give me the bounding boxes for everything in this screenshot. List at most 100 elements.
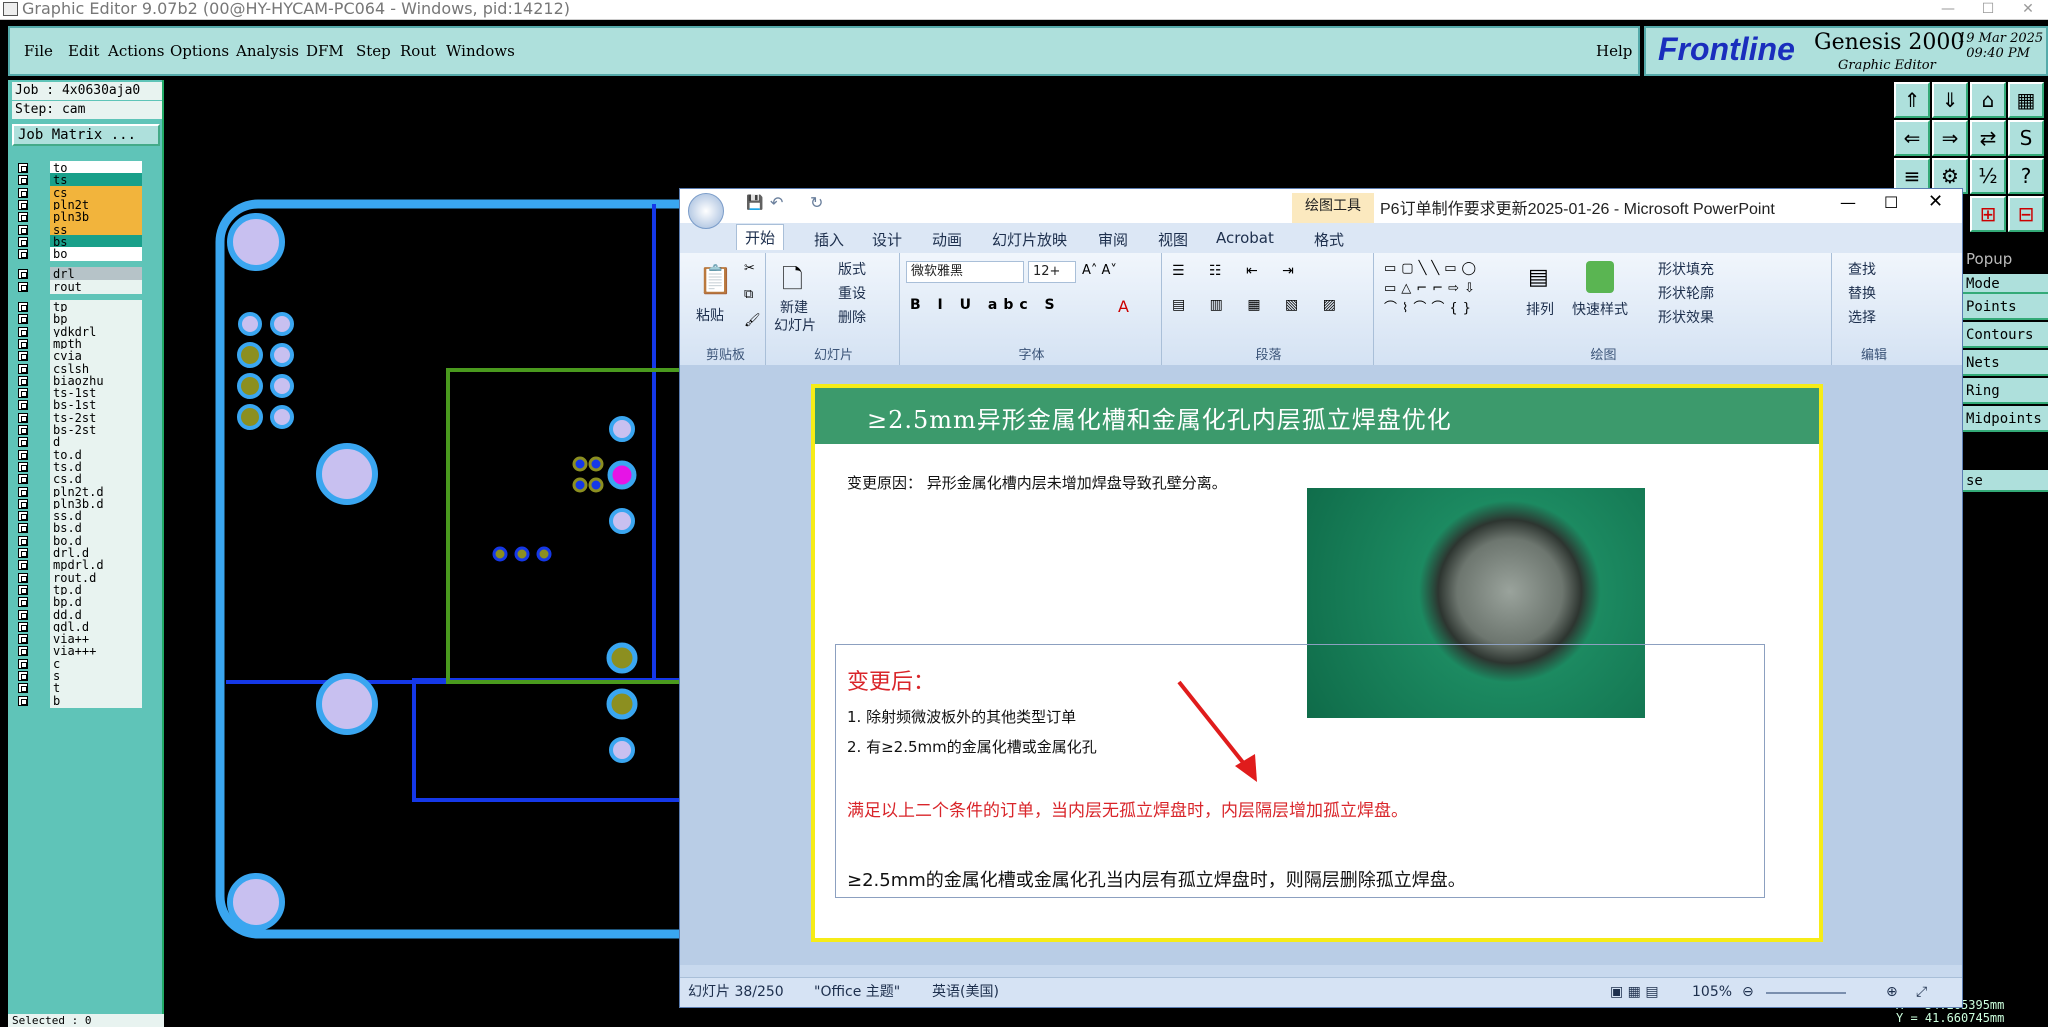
quick-access-save-icon[interactable]: 💾 [746, 195, 763, 211]
copy-icon[interactable]: ⧉ [744, 287, 753, 302]
minimize-button[interactable]: — [1928, 0, 1968, 18]
shape-fill-button[interactable]: 形状填充 [1658, 259, 1714, 279]
tab-home[interactable]: 开始 [736, 224, 785, 250]
zoom-slider[interactable] [1766, 992, 1846, 994]
maximize-button[interactable]: ☐ [1968, 0, 2008, 18]
tab-acrobat[interactable]: Acrobat [1216, 229, 1274, 247]
tool-red-b-icon[interactable]: ⊟ [2008, 196, 2044, 232]
font-style-icons[interactable]: B I U abc S [910, 297, 1061, 313]
shape-effect-button[interactable]: 形状效果 [1658, 307, 1714, 327]
final-note[interactable]: ≥2.5mm的金属化槽或金属化孔当内层有孤立焊盘时，则隔层删除孤立焊盘。 [847, 866, 1466, 892]
condition-1[interactable]: 1. 除射频微波板外的其他类型订单 [847, 706, 1076, 727]
popup-nets[interactable]: Nets [1962, 350, 2048, 376]
tool-red-a-icon[interactable]: ⊞ [1970, 196, 2006, 232]
popup-midpoints[interactable]: Midpoints [1962, 406, 2048, 432]
menu-file[interactable]: File [24, 42, 53, 60]
popup-close[interactable]: se [1962, 470, 2048, 492]
new-slide-label[interactable]: 新建 [780, 297, 808, 317]
menu-help[interactable]: Help [1596, 42, 1632, 60]
tool-s-icon[interactable]: S [2008, 120, 2044, 156]
tab-design[interactable]: 设计 [872, 229, 902, 250]
shape-outline-button[interactable]: 形状轮廓 [1658, 283, 1714, 303]
new-slide-label-2[interactable]: 幻灯片 [774, 315, 816, 335]
tool-right-icon[interactable]: ⇒ [1932, 120, 1968, 156]
menu-windows[interactable]: Windows [446, 42, 515, 60]
cut-icon[interactable]: ✂ [744, 261, 755, 276]
ppt-minimize-button[interactable]: — [1840, 193, 1856, 212]
tool-top-icon[interactable]: ⇑ [1894, 82, 1930, 118]
menu-rout[interactable]: Rout [400, 42, 436, 60]
tab-animation[interactable]: 动画 [932, 229, 962, 250]
tool-grid-icon[interactable]: ▦ [2008, 82, 2044, 118]
tab-slideshow[interactable]: 幻灯片放映 [992, 229, 1067, 250]
condition-2[interactable]: 2. 有≥2.5mm的金属化槽或金属化孔 [847, 736, 1097, 757]
tool-help-icon[interactable]: ? [2008, 158, 2044, 194]
job-matrix-button[interactable]: Job Matrix ... [12, 124, 160, 146]
align-icons[interactable]: ▤ ▥ ▦ ▧ ▨ [1172, 297, 1346, 313]
popup-contours[interactable]: Contours [1962, 322, 2048, 348]
undo-icon[interactable]: ↶ [770, 193, 783, 212]
format-painter-icon[interactable]: 🖌 [744, 313, 761, 328]
find-button[interactable]: 查找 [1848, 259, 1876, 279]
tool-bottom-icon[interactable]: ⇓ [1932, 82, 1968, 118]
tab-insert[interactable]: 插入 [814, 229, 844, 250]
zoom-out-icon[interactable]: ⊖ [1742, 978, 1754, 1006]
arrange-icon[interactable]: ▤ [1528, 265, 1549, 290]
view-buttons[interactable]: ▣ ▦ ▤ [1610, 978, 1659, 1006]
change-reason[interactable]: 变更原因： 异形金属化槽内层未增加焊盘导致孔壁分离。 [847, 472, 1227, 493]
fit-window-icon[interactable]: ⤢ [1916, 978, 1927, 1006]
list-icons[interactable]: ☰ ☷ ⇤ ⇥ [1172, 263, 1304, 279]
layer-row-rout[interactable]: rout [12, 279, 162, 294]
menu-analysis[interactable]: Analysis [236, 42, 299, 60]
textbox-selection[interactable] [835, 644, 1765, 898]
font-color-icon[interactable]: A [1118, 297, 1129, 316]
tool-swap-icon[interactable]: ⇄ [1970, 120, 2006, 156]
ppt-close-button[interactable]: ✕ [1928, 191, 1943, 212]
slide[interactable]: ≥2.5mm异形金属化槽和金属化孔内层孤立焊盘优化 变更原因： 异形金属化槽内层… [812, 385, 1822, 941]
tab-view[interactable]: 视图 [1158, 229, 1188, 250]
popup-ring[interactable]: Ring [1962, 378, 2048, 404]
layer-row-bo[interactable]: bo [12, 246, 162, 262]
layer-row-b[interactable]: b [12, 693, 162, 708]
menu-edit[interactable]: Edit [68, 42, 99, 60]
delete-button[interactable]: 删除 [838, 307, 866, 327]
menu-options[interactable]: Options [170, 42, 229, 60]
tab-format[interactable]: 格式 [1314, 229, 1344, 250]
tool-home-icon[interactable]: ⌂ [1970, 82, 2006, 118]
replace-button[interactable]: 替换 [1848, 283, 1876, 303]
layer-name[interactable]: b [50, 693, 142, 708]
menu-dfm[interactable]: DFM [306, 42, 344, 60]
redo-icon[interactable]: ↻ [810, 193, 823, 212]
quick-style-button[interactable]: 快速样式 [1572, 299, 1628, 319]
layer-checkbox[interactable] [18, 281, 28, 292]
shapes-gallery-icon[interactable]: ▭▢╲╲▭◯ ▭△⌐⌐⇨⇩ ⌒⌇⌒⌒{} [1384, 259, 1481, 319]
popup-points[interactable]: Points [1962, 294, 2048, 320]
layer-checkbox[interactable] [18, 249, 28, 260]
zoom-in-icon[interactable]: ⊕ [1886, 978, 1898, 1006]
tool-left-icon[interactable]: ⇐ [1894, 120, 1930, 156]
after-heading[interactable]: 变更后： [847, 664, 935, 696]
font-size-select[interactable]: 12+ [1028, 261, 1076, 283]
tab-review[interactable]: 审阅 [1098, 229, 1128, 250]
red-note[interactable]: 满足以上二个条件的订单，当内层无孤立焊盘时，内层隔层增加孤立焊盘。 [847, 796, 1408, 821]
paste-icon[interactable]: 📋 [698, 263, 733, 296]
layer-checkbox[interactable] [18, 695, 28, 706]
menu-step[interactable]: Step [356, 42, 391, 60]
office-button[interactable] [688, 193, 724, 229]
layout-button[interactable]: 版式 [838, 259, 866, 279]
select-button[interactable]: 选择 [1848, 307, 1876, 327]
slide-title[interactable]: ≥2.5mm异形金属化槽和金属化孔内层孤立焊盘优化 [867, 400, 1452, 435]
ppt-maximize-button[interactable]: ☐ [1884, 193, 1898, 212]
arrange-button[interactable]: 排列 [1526, 299, 1554, 319]
reset-button[interactable]: 重设 [838, 283, 866, 303]
popup-mode[interactable]: Mode [1962, 274, 2048, 294]
close-button[interactable]: ✕ [2008, 0, 2048, 18]
layer-name[interactable]: bo [50, 247, 142, 262]
layer-name[interactable]: rout [50, 279, 142, 294]
quick-style-icon[interactable] [1586, 261, 1614, 293]
paste-button[interactable]: 粘贴 [696, 305, 724, 325]
grow-font-icon[interactable]: A˄ A˅ [1082, 263, 1117, 278]
font-name-select[interactable]: 微软雅黑 [906, 261, 1024, 283]
tool-half-icon[interactable]: ½ [1970, 158, 2006, 194]
menu-actions[interactable]: Actions [108, 42, 164, 60]
